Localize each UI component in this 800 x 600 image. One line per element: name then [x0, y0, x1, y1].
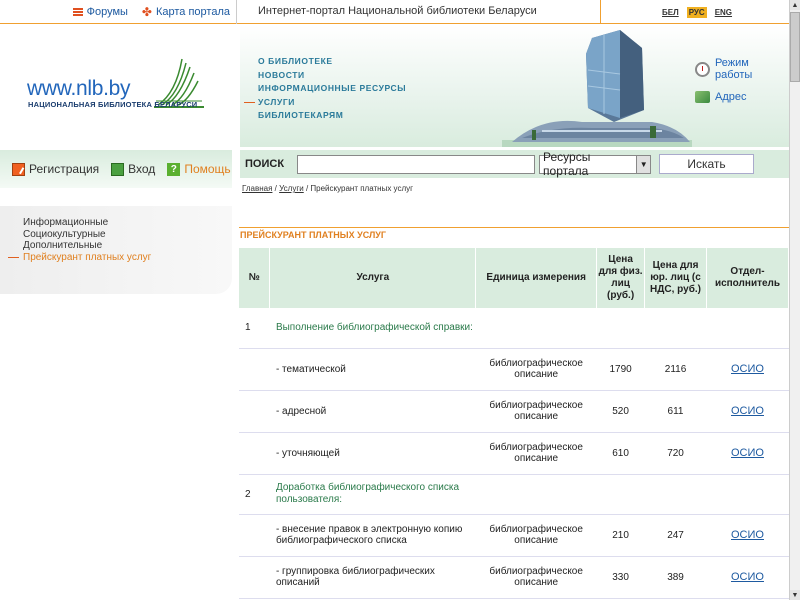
working-hours-link[interactable]: Режим работы [695, 57, 789, 81]
nav-librarians[interactable]: БИБЛИОТЕКАРЯМ [258, 109, 406, 123]
search-bar: ПОИСК Ресурсы портала ▼ Искать [240, 150, 789, 178]
table-row: - тематической библиографическое описани… [239, 348, 789, 391]
table-row: - адресной библиографическое описание 52… [239, 390, 789, 433]
register-link[interactable]: Регистрация [12, 162, 99, 176]
department-link[interactable]: ОСИО [731, 447, 764, 459]
search-button[interactable]: Искать [659, 154, 755, 174]
address-link[interactable]: Адрес [695, 91, 789, 103]
top-links: Форумы ✤ Карта портала [0, 0, 237, 24]
forum-icon [72, 8, 83, 16]
scroll-thumb[interactable] [790, 12, 800, 82]
department-link[interactable]: ОСИО [731, 405, 764, 417]
library-name: НАЦИОНАЛЬНАЯ БИБЛИОТЕКА БЕЛАРУСИ [28, 100, 198, 109]
table-row: - группировка библиографических описаний… [239, 556, 789, 599]
search-label: ПОИСК [245, 158, 285, 170]
language-switcher: БЕЛ РУС ENG [660, 7, 734, 18]
nav-services[interactable]: УСЛУГИ [243, 96, 406, 110]
vertical-scrollbar[interactable]: ▲ ▼ [789, 0, 800, 600]
table-row: - внесение правок в электронную копию би… [239, 514, 789, 557]
main-nav: О БИБЛИОТЕКЕ НОВОСТИ ИНФОРМАЦИОННЫЕ РЕСУ… [240, 25, 789, 147]
login-icon [111, 162, 125, 176]
header-links: Режим работы Адрес [695, 57, 789, 113]
title-divider [239, 227, 789, 228]
search-input[interactable] [297, 154, 536, 174]
lang-be[interactable]: БЕЛ [660, 7, 681, 18]
header: www.nlb.by НАЦИОНАЛЬНАЯ БИБЛИОТЕКА БЕЛАР… [0, 25, 789, 147]
table-row: 2 Доработка библиографического списка по… [239, 474, 789, 515]
col-number: № [239, 248, 271, 308]
chevron-down-icon: ▼ [636, 155, 651, 173]
page-title: ПРЕЙСКУРАНТ ПЛАТНЫХ УСЛУГ [240, 230, 387, 240]
account-actions: Регистрация Вход ? Помощь [0, 150, 232, 188]
table-row: - уточняющей библиографическое описание … [239, 432, 789, 475]
site-url: www.nlb.by [27, 77, 131, 100]
col-unit: Единица измерения [475, 248, 598, 308]
nav-about[interactable]: О БИБЛИОТЕКЕ [258, 55, 406, 69]
portal-map-link[interactable]: ✤ Карта портала [142, 5, 230, 19]
top-bar: Форумы ✤ Карта портала Интернет-портал На… [0, 0, 789, 24]
sidebar-item-sociocultural[interactable]: Социокультурные [23, 229, 151, 241]
department-link[interactable]: ОСИО [731, 571, 764, 583]
breadcrumb-current: Прейскурант платных услуг [310, 184, 414, 193]
department-link[interactable]: ОСИО [731, 363, 764, 375]
register-icon [12, 162, 25, 176]
col-service: Услуга [269, 248, 477, 308]
help-link[interactable]: ? Помощь [167, 162, 231, 176]
breadcrumb-home[interactable]: Главная [242, 184, 272, 193]
price-table: № Услуга Единица измерения Цена для физ.… [239, 248, 790, 599]
table-row: 1 Выполнение библиографической справки: [239, 308, 789, 349]
lang-en[interactable]: ENG [713, 7, 734, 18]
breadcrumb: Главная / Услуги / Прейскурант платных у… [242, 184, 414, 193]
sidebar: Информационные Социокультурные Дополните… [0, 206, 232, 294]
portal-title: Интернет-портал Национальной библиотеки … [258, 5, 537, 17]
scroll-up-icon[interactable]: ▲ [790, 0, 800, 10]
department-link[interactable]: ОСИО [731, 529, 764, 541]
col-price-legal: Цена для юр. лиц (с НДС, руб.) [644, 248, 707, 308]
nav-info-resources[interactable]: ИНФОРМАЦИОННЫЕ РЕСУРСЫ [258, 82, 406, 96]
nav-news[interactable]: НОВОСТИ [258, 69, 406, 83]
table-header-row: № Услуга Единица измерения Цена для физ.… [239, 248, 790, 308]
library-building-image [502, 30, 692, 147]
logo[interactable]: www.nlb.by НАЦИОНАЛЬНАЯ БИБЛИОТЕКА БЕЛАР… [0, 25, 237, 147]
breadcrumb-services[interactable]: Услуги [279, 184, 304, 193]
sidebar-item-price-list[interactable]: Прейскурант платных услуг [7, 252, 151, 264]
sidebar-item-additional[interactable]: Дополнительные [23, 240, 151, 252]
map-icon: ✤ [141, 5, 152, 19]
col-department: Отдел-исполнитель [706, 248, 790, 308]
scroll-down-icon[interactable]: ▼ [790, 590, 800, 600]
divider [600, 0, 601, 24]
lang-ru[interactable]: РУС [686, 7, 707, 18]
address-icon [695, 91, 710, 103]
login-link[interactable]: Вход [111, 162, 155, 176]
sidebar-item-informational[interactable]: Информационные [23, 217, 151, 229]
forums-link[interactable]: Форумы [72, 6, 128, 18]
col-price-individuals: Цена для физ. лиц (руб.) [596, 248, 646, 308]
clock-icon [695, 61, 710, 77]
search-scope-select[interactable]: Ресурсы портала ▼ [539, 150, 652, 178]
help-icon: ? [167, 162, 181, 176]
